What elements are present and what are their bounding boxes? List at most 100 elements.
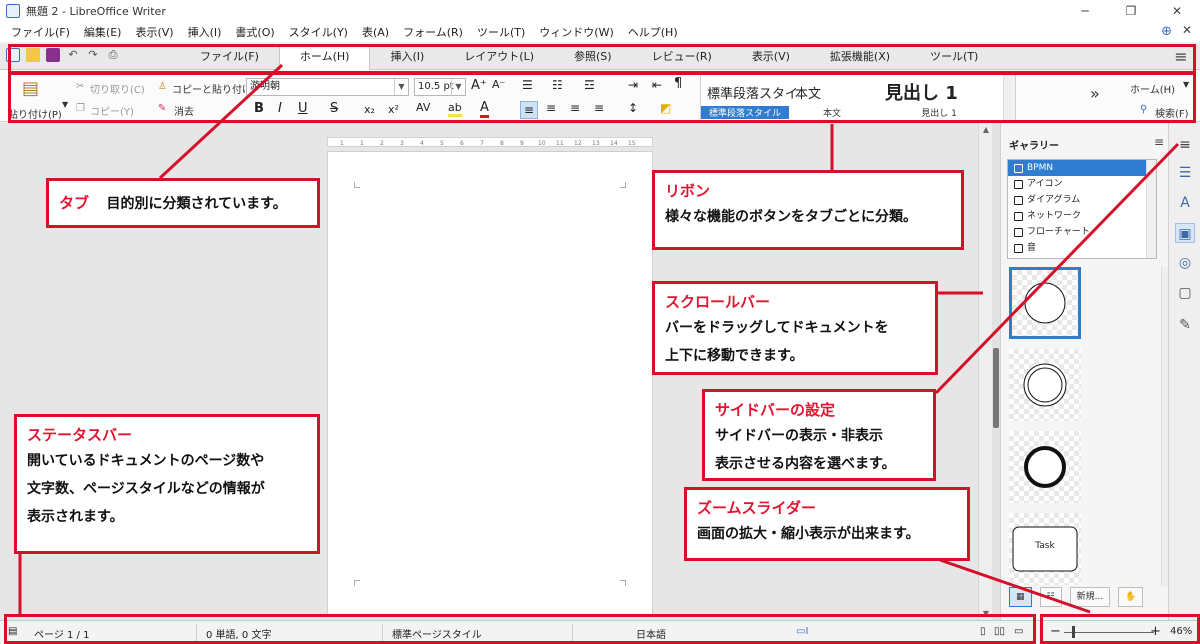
sidebar-collapse-handle[interactable] <box>993 348 999 428</box>
annotation-statusbar-highlight <box>4 614 1036 644</box>
navigator-icon[interactable]: ◎ <box>1175 253 1195 273</box>
callout-title: タブ <box>59 194 90 212</box>
gallery-thumbnail[interactable] <box>1009 267 1081 339</box>
annotation-ribbon-highlight <box>8 72 1196 123</box>
callout-title: サイドバーの設定 <box>715 401 836 419</box>
menu-edit[interactable]: 編集(E) <box>77 24 129 40</box>
sidebar-settings-icon[interactable]: ≡ <box>1175 135 1195 155</box>
document-page[interactable] <box>327 151 653 617</box>
menu-styles[interactable]: スタイル(Y) <box>282 24 355 40</box>
gallery-theme-label: ダイアグラム <box>1027 195 1081 205</box>
gallery-thumbnails: Task <box>1007 267 1171 587</box>
gallery-theme-item[interactable]: ダイアグラム <box>1008 192 1156 208</box>
ruler-tick: 1 <box>360 140 364 147</box>
gallery-theme-icon <box>1014 163 1023 173</box>
new-theme-button[interactable]: 新規... <box>1069 587 1111 607</box>
gallery-theme-label: BPMN <box>1027 163 1054 173</box>
sidebar-splitter[interactable] <box>992 123 1000 620</box>
annotation-zoom-highlight <box>1040 614 1200 644</box>
ruler-tick: 9 <box>520 140 524 147</box>
ruler-tick: 3 <box>400 140 404 147</box>
gallery-theme-icon <box>1014 211 1023 221</box>
menu-view[interactable]: 表示(V) <box>128 24 180 40</box>
styles-icon[interactable]: A <box>1175 193 1195 213</box>
callout-body: 表示させる内容を選べます。 <box>715 456 896 472</box>
text-boundary-mark <box>620 580 626 586</box>
text-boundary-mark <box>354 580 360 586</box>
text-boundary-mark <box>620 182 626 188</box>
ruler-tick: 12 <box>574 140 582 147</box>
menu-window[interactable]: ウィンドウ(W) <box>532 24 620 40</box>
ruler-tick: 11 <box>556 140 564 147</box>
gallery-footer: ▦ ☷ 新規... ✋ <box>1009 587 1144 607</box>
menu-form[interactable]: フォーム(R) <box>396 24 470 40</box>
gallery-theme-item[interactable]: ネットワーク <box>1008 208 1156 224</box>
ruler-tick: 2 <box>380 140 384 147</box>
detail-view-button[interactable]: ☷ <box>1039 587 1062 607</box>
ruler-tick: 4 <box>420 140 424 147</box>
gallery-theme-item[interactable]: 音 <box>1008 240 1156 256</box>
page-icon[interactable]: ▢ <box>1175 283 1195 303</box>
callout-body: 様々な機能のボタンをタブごとに分類。 <box>665 209 917 225</box>
gallery-settings-icon[interactable]: ✋ <box>1118 587 1144 607</box>
bpmn-end-event-icon <box>1024 446 1066 488</box>
gallery-theme-label: ネットワーク <box>1027 211 1082 221</box>
scroll-up-icon[interactable]: ▲ <box>979 125 993 134</box>
style-inspector-icon[interactable]: ✎ <box>1175 315 1195 335</box>
callout-body: 文字数、ページスタイルなどの情報が <box>27 481 265 497</box>
properties-icon[interactable]: ☰ <box>1175 163 1195 183</box>
callout-body: 上下に移動できます。 <box>665 348 804 364</box>
close-document-button[interactable]: ✕ <box>1182 23 1192 37</box>
ruler-tick: 1 <box>340 140 344 147</box>
ruler-tick: 15 <box>628 140 636 147</box>
callout-title: ズームスライダー <box>697 499 816 517</box>
writer-app-icon <box>6 4 20 18</box>
callout-statusbar: ステータスバー 開いているドキュメントのページ数や 文字数、ページスタイルなどの… <box>14 414 320 554</box>
text-boundary-mark <box>354 182 360 188</box>
gallery-icon[interactable]: ▣ <box>1175 223 1195 243</box>
vertical-scrollbar[interactable]: ▲ ▼ <box>978 123 992 620</box>
gallery-thumbnail[interactable] <box>1009 349 1081 421</box>
gallery-theme-label: フローチャート <box>1027 227 1090 237</box>
bpmn-start-event-icon <box>1024 282 1066 324</box>
ruler-tick: 14 <box>610 140 618 147</box>
gallery-theme-label: 音 <box>1027 243 1037 253</box>
icon-view-button[interactable]: ▦ <box>1009 587 1032 607</box>
gallery-list-scrollbar[interactable] <box>1146 160 1156 258</box>
gallery-theme-list[interactable]: BPMN アイコン ダイアグラム ネットワーク フローチャート 音 <box>1007 159 1157 259</box>
sidebar-menu-icon[interactable]: ≡ <box>1154 135 1164 149</box>
gallery-theme-item[interactable]: アイコン <box>1008 176 1156 192</box>
callout-body: 開いているドキュメントのページ数や <box>27 453 265 469</box>
close-window-button[interactable]: ✕ <box>1154 0 1200 22</box>
globe-icon[interactable]: ⊕ <box>1161 24 1172 39</box>
gallery-thumbnail[interactable] <box>1009 431 1081 503</box>
gallery-title: ギャラリー <box>1009 141 1059 152</box>
callout-zoom: ズームスライダー 画面の拡大・縮小表示が出来ます。 <box>684 487 970 561</box>
gallery-sidebar: ギャラリー ≡ BPMN アイコン ダイアグラム ネットワーク フローチャート … <box>1000 123 1171 620</box>
callout-title: リボン <box>665 182 711 200</box>
menu-table[interactable]: 表(A) <box>355 24 396 40</box>
ruler-tick: 5 <box>440 140 444 147</box>
menu-file[interactable]: ファイル(F) <box>4 24 77 40</box>
horizontal-ruler[interactable]: 1 1 2 3 4 5 6 7 8 9 10 11 12 13 14 15 <box>327 137 653 147</box>
callout-ribbon: リボン 様々な機能のボタンをタブごとに分類。 <box>652 170 964 250</box>
annotation-tab-highlight <box>8 44 1196 74</box>
gallery-thumbnail[interactable]: Task <box>1009 513 1081 585</box>
menu-help[interactable]: ヘルプ(H) <box>621 24 685 40</box>
minimize-button[interactable]: ─ <box>1062 0 1108 22</box>
callout-body: 画面の拡大・縮小表示が出来ます。 <box>697 526 920 542</box>
ruler-tick: 6 <box>460 140 464 147</box>
window-title: 無題 2 - LibreOffice Writer <box>26 5 166 18</box>
menu-tools[interactable]: ツール(T) <box>470 24 532 40</box>
gallery-theme-icon <box>1014 243 1023 253</box>
ruler-tick: 10 <box>538 140 546 147</box>
restore-button[interactable]: ❐ <box>1108 0 1154 22</box>
callout-title: スクロールバー <box>665 293 771 311</box>
gallery-theme-icon <box>1014 179 1023 189</box>
gallery-theme-icon <box>1014 195 1023 205</box>
gallery-theme-item[interactable]: フローチャート <box>1008 224 1156 240</box>
menu-insert[interactable]: 挿入(I) <box>181 24 229 40</box>
menu-format[interactable]: 書式(O) <box>228 24 281 40</box>
callout-body: 表示されます。 <box>27 509 124 525</box>
gallery-theme-item[interactable]: BPMN <box>1008 160 1156 176</box>
